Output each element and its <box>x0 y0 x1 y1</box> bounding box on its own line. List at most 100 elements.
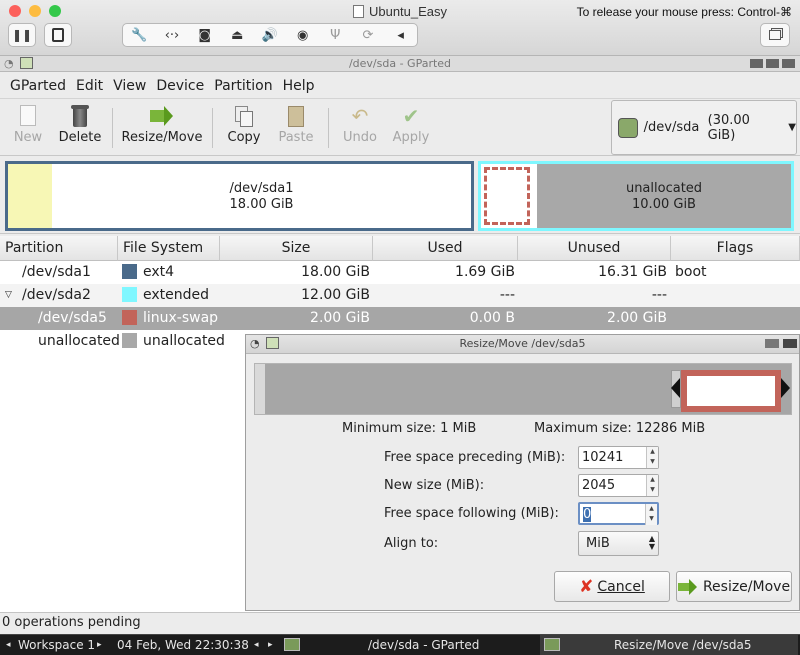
prev-workspace-icon[interactable]: ◂ <box>6 635 11 655</box>
left-handle-icon[interactable] <box>671 378 680 398</box>
spin-arrows-icon[interactable]: ▲ ▼ <box>646 475 658 496</box>
partition-used: 1.69 GiB <box>455 264 515 280</box>
paste-button[interactable]: Paste <box>274 104 318 152</box>
menu-view[interactable]: View <box>108 78 151 94</box>
right-handle-icon[interactable] <box>781 378 790 398</box>
column-header-used[interactable]: Used <box>373 236 518 261</box>
partition-size: 2.00 GiB <box>310 310 370 326</box>
partition-slider[interactable] <box>681 370 781 412</box>
release-mouse-hint: To release your mouse press: Control-⌘ <box>576 5 792 19</box>
menu-edit[interactable]: Edit <box>71 78 108 94</box>
toolbar-separator <box>212 108 213 148</box>
sync-icon[interactable]: ⟳ <box>358 28 378 43</box>
left-bound <box>255 364 265 414</box>
partition-unused: 16.31 GiB <box>598 264 667 280</box>
used-space-bar <box>8 164 52 228</box>
menu-gparted[interactable]: GParted <box>5 78 71 94</box>
partition-name: /dev/sda1 <box>22 264 91 280</box>
partition-name: /dev/sda5 <box>38 310 107 326</box>
spin-arrows-icon[interactable]: ▲ ▼ <box>645 504 657 525</box>
diskmap-sda1-size: 18.00 GiB <box>229 197 294 212</box>
gparted-task-icon <box>544 638 560 651</box>
column-header-filesystem[interactable]: File System <box>118 236 220 261</box>
disk-icon[interactable]: ⏏ <box>227 28 247 43</box>
task-resize-dialog[interactable]: Resize/Move /dev/sda5 <box>540 635 798 655</box>
status-bar: 0 operations pending <box>0 612 800 634</box>
network-icon[interactable]: ‹·› <box>162 28 182 43</box>
disk-map: /dev/sda1 18.00 GiB unallocated 10.00 Gi… <box>0 157 800 234</box>
cd-drive-icon[interactable]: ◙ <box>195 28 215 43</box>
partition-name: /dev/sda2 <box>22 287 91 303</box>
maximize-icon[interactable] <box>765 339 779 348</box>
wrench-icon[interactable]: 🔧 <box>129 28 149 43</box>
diskmap-unallocated[interactable]: unallocated 10.00 GiB <box>537 164 791 228</box>
copy-button[interactable]: Copy <box>222 104 266 152</box>
camera-icon[interactable]: ◉ <box>293 28 313 43</box>
updown-arrow-icon: ▲ ▼ <box>648 534 655 551</box>
filesystem-name: ext4 <box>143 264 175 280</box>
partition-unused: --- <box>651 287 667 303</box>
menu-partition[interactable]: Partition <box>209 78 277 94</box>
maximize-icon[interactable] <box>766 59 779 68</box>
cancel-button[interactable]: ✘ Cancel <box>554 571 670 602</box>
diskmap-sda5[interactable] <box>484 167 530 225</box>
partition-size: 12.00 GiB <box>301 287 370 303</box>
snapshot-button[interactable] <box>44 23 72 47</box>
window-menu-icon[interactable]: ◔ <box>250 335 260 353</box>
align-to-select[interactable]: MiB ▲ ▼ <box>578 531 659 556</box>
workspace-label: Workspace 1 <box>18 638 96 652</box>
prev-icon[interactable]: ◂ <box>254 635 259 655</box>
gparted-window-title: /dev/sda - GParted <box>348 57 452 70</box>
expander-triangle-icon[interactable]: ▽ <box>5 284 12 307</box>
partition-used: 0.00 B <box>469 310 515 326</box>
align-to-label: Align to: <box>384 536 439 551</box>
fs-color-swatch <box>122 264 137 279</box>
document-icon <box>352 5 364 18</box>
operations-pending-text: 0 operations pending <box>2 615 141 630</box>
gparted-task-icon <box>284 638 300 651</box>
resize-move-confirm-button[interactable]: Resize/Move <box>676 571 792 602</box>
undo-button[interactable]: ↶ Undo <box>338 104 382 152</box>
diskmap-sda1[interactable]: /dev/sda1 18.00 GiB <box>5 161 474 231</box>
resize-move-icon <box>677 578 698 596</box>
windows-icon <box>769 30 781 40</box>
free-space-following-label: Free space following (MiB): <box>384 506 559 521</box>
fullscreen-button[interactable] <box>760 23 790 47</box>
resize-visualizer <box>254 363 792 415</box>
column-header-size[interactable]: Size <box>220 236 373 261</box>
device-selector[interactable]: /dev/sda (30.00 GiB) ▼ <box>611 100 797 155</box>
chevron-left-icon[interactable]: ◂ <box>391 28 411 43</box>
toolbar-separator <box>328 108 329 148</box>
column-header-partition[interactable]: Partition <box>0 236 118 261</box>
table-row[interactable]: /dev/sda1 ext4 18.00 GiB 1.69 GiB 16.31 … <box>0 261 800 284</box>
sound-icon[interactable]: 🔊 <box>260 28 280 43</box>
apply-button[interactable]: ✔ Apply <box>388 104 434 152</box>
close-icon[interactable] <box>783 339 797 348</box>
pause-vm-button[interactable]: ❚❚ <box>8 23 36 47</box>
menu-device[interactable]: Device <box>151 78 209 94</box>
resize-move-button[interactable]: Resize/Move <box>120 104 204 152</box>
diskmap-sda2-extended[interactable]: unallocated 10.00 GiB <box>478 161 794 231</box>
free-space-following-input[interactable]: 0 ▲ ▼ <box>578 502 659 525</box>
spin-arrows-icon[interactable]: ▲ ▼ <box>646 447 658 468</box>
clock: 04 Feb, Wed 22:30:38 <box>117 638 249 652</box>
close-icon[interactable] <box>782 59 795 68</box>
delete-button[interactable]: Delete <box>56 104 104 152</box>
column-header-unused[interactable]: Unused <box>518 236 671 261</box>
next-workspace-icon[interactable]: ▸ <box>97 635 102 655</box>
task-gparted[interactable]: /dev/sda - GParted <box>368 635 479 655</box>
menu-help[interactable]: Help <box>278 78 320 94</box>
column-header-flags[interactable]: Flags <box>671 236 800 261</box>
table-row[interactable]: ▽ /dev/sda2 extended 12.00 GiB --- --- <box>0 284 800 307</box>
usb-icon[interactable]: Ψ <box>325 28 345 43</box>
new-button[interactable]: New <box>8 104 48 152</box>
free-space-preceding-input[interactable]: 10241 ▲ ▼ <box>578 446 659 469</box>
taskbar: ◂ Workspace 1 ▸ 04 Feb, Wed 22:30:38 ◂ ▸… <box>0 634 800 655</box>
hard-disk-icon <box>618 117 638 138</box>
next-icon[interactable]: ▸ <box>268 635 273 655</box>
minimize-icon[interactable] <box>750 59 763 68</box>
window-menu-icon[interactable]: ◔ <box>4 56 14 71</box>
new-size-input[interactable]: 2045 ▲ ▼ <box>578 474 659 497</box>
table-row-selected[interactable]: /dev/sda5 linux-swap 2.00 GiB 0.00 B 2.0… <box>0 307 800 330</box>
partition-name: unallocated <box>38 333 120 349</box>
